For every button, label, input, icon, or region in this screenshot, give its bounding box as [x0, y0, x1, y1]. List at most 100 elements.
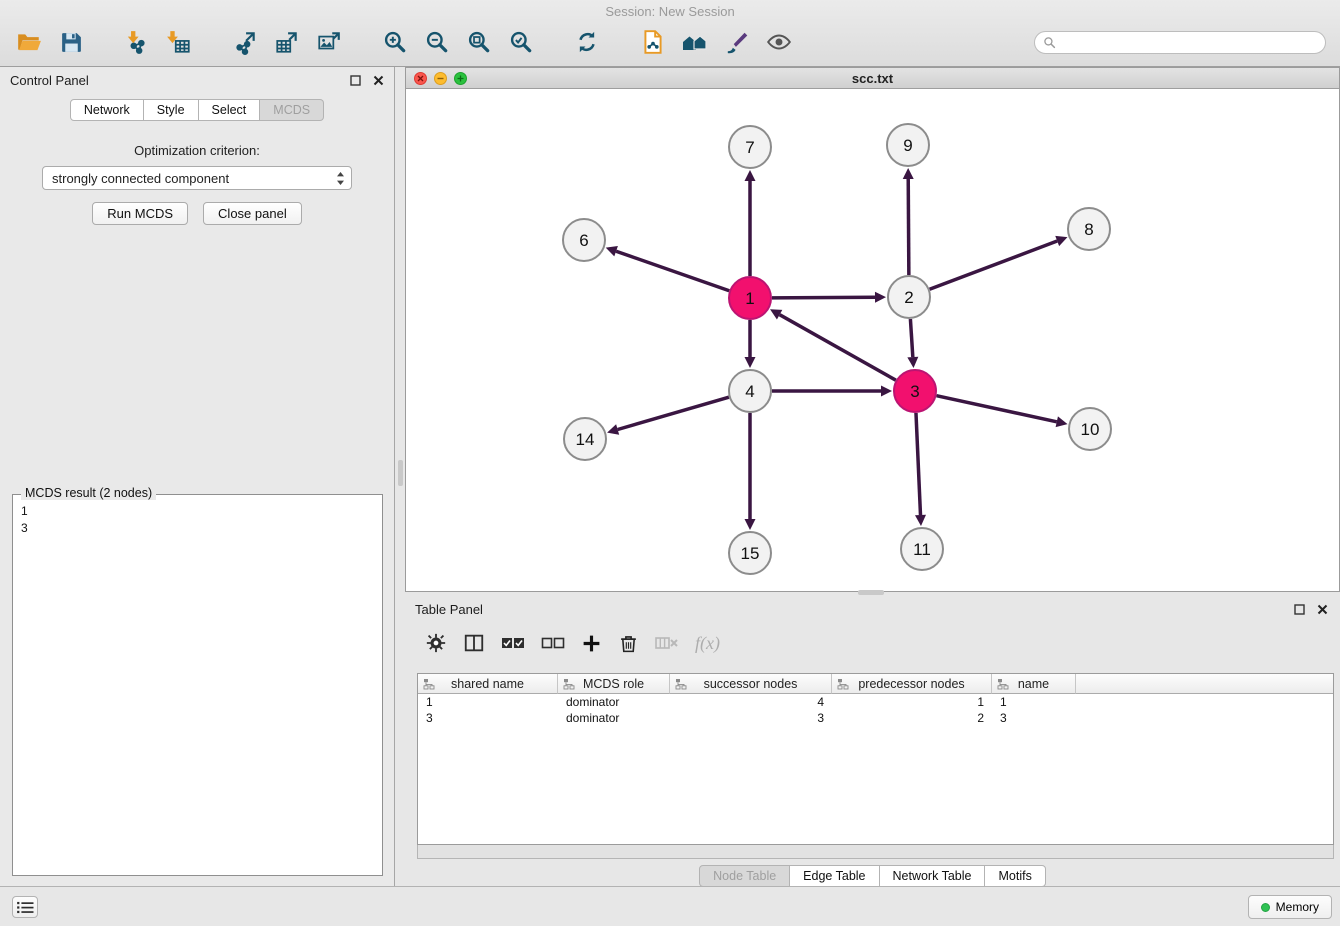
table-panel-close-button[interactable]: [1315, 602, 1330, 617]
close-icon: [1317, 604, 1328, 615]
status-bar: Memory: [0, 886, 1340, 926]
select-all-rows-button[interactable]: [501, 634, 525, 652]
window-title: Session: New Session: [605, 4, 734, 19]
graph-node-7[interactable]: 7: [729, 126, 771, 168]
graph-node-11[interactable]: 11: [901, 528, 943, 570]
plus-icon: [581, 633, 602, 654]
memory-button[interactable]: Memory: [1248, 895, 1332, 919]
control-panel-header: Control Panel: [0, 67, 394, 93]
search-field: [1034, 31, 1326, 54]
graph-node-15[interactable]: 15: [729, 532, 771, 574]
tab-network-table[interactable]: Network Table: [880, 865, 986, 887]
task-history-button[interactable]: [12, 896, 38, 918]
toolbar-separator: [352, 42, 372, 43]
network-canvas[interactable]: 7 9 6 8 1 2 4 3 14 10 15 11: [406, 89, 1339, 591]
zoom-out-button[interactable]: [418, 24, 456, 60]
run-mcds-button[interactable]: Run MCDS: [92, 202, 188, 225]
optimization-criterion-select[interactable]: strongly connected component: [42, 166, 352, 190]
table-row[interactable]: 3dominator323: [418, 710, 1333, 726]
graph-node-6[interactable]: 6: [563, 219, 605, 261]
float-control-panel-button[interactable]: [348, 73, 363, 88]
horizontal-splitter-handle[interactable]: [858, 590, 884, 595]
graphics-details-button[interactable]: [718, 24, 756, 60]
graph-edge-1-2[interactable]: [772, 297, 875, 298]
graph-edge-2-8[interactable]: [930, 241, 1058, 289]
column-header-label: shared name: [451, 677, 524, 691]
control-panel-title: Control Panel: [10, 73, 89, 88]
graph-node-9[interactable]: 9: [887, 124, 929, 166]
search-input[interactable]: [1034, 31, 1326, 54]
export-network-button[interactable]: [226, 24, 264, 60]
table-settings-button[interactable]: [425, 632, 447, 654]
toggle-columns-button[interactable]: [463, 632, 485, 654]
control-panel-close-button[interactable]: [371, 73, 386, 88]
graph-edge-3-1[interactable]: [780, 315, 896, 381]
graph-node-10[interactable]: 10: [1069, 408, 1111, 450]
table-cell: dominator: [558, 695, 670, 709]
tab-edge-table[interactable]: Edge Table: [790, 865, 879, 887]
optimization-label: Optimization criterion:: [0, 143, 394, 158]
zoom-in-icon: [382, 29, 408, 55]
title-bar: Session: New Session: [0, 0, 1340, 20]
graph-node-1[interactable]: 1: [729, 277, 771, 319]
open-session-button[interactable]: [10, 24, 48, 60]
tab-mcds[interactable]: MCDS: [260, 99, 324, 121]
zoom-fit-button[interactable]: [460, 24, 498, 60]
refresh-view-button[interactable]: [568, 24, 606, 60]
vertical-splitter-handle[interactable]: [398, 460, 403, 486]
delete-column-button[interactable]: [655, 634, 679, 652]
graph-node-3[interactable]: 3: [894, 370, 936, 412]
graph-edge-4-14[interactable]: [618, 397, 729, 429]
new-network-from-selection-button[interactable]: [634, 24, 672, 60]
column-header-successor-nodes[interactable]: successor nodes: [670, 674, 832, 694]
tab-network[interactable]: Network: [70, 99, 144, 121]
export-image-button[interactable]: [310, 24, 348, 60]
save-session-button[interactable]: [52, 24, 90, 60]
checked-boxes-icon: [501, 634, 525, 652]
table-row[interactable]: 1dominator411: [418, 694, 1333, 710]
tab-select[interactable]: Select: [199, 99, 261, 121]
graph-node-8[interactable]: 8: [1068, 208, 1110, 250]
column-header-MCDS-role[interactable]: MCDS role: [558, 674, 670, 694]
paint-brush-icon: [724, 29, 750, 55]
delete-row-button[interactable]: [618, 633, 639, 654]
zoom-selected-button[interactable]: [502, 24, 540, 60]
column-header-predecessor-nodes[interactable]: predecessor nodes: [832, 674, 992, 694]
import-table-from-file-button[interactable]: [160, 24, 198, 60]
add-row-button[interactable]: [581, 633, 602, 654]
graph-edge-arrowhead: [915, 515, 926, 526]
graph-edge-arrowhead: [606, 246, 618, 256]
column-header-name[interactable]: name: [992, 674, 1076, 694]
table-panel: Table Panel: [405, 597, 1340, 886]
toolbar-separator: [544, 42, 564, 43]
graph-edge-3-11[interactable]: [916, 413, 921, 515]
table-cell: 3: [992, 711, 1076, 725]
graph-node-2[interactable]: 2: [888, 276, 930, 318]
unselect-all-rows-button[interactable]: [541, 634, 565, 652]
table-horizontal-scrollbar[interactable]: [417, 845, 1334, 859]
tab-node-table[interactable]: Node Table: [699, 865, 790, 887]
close-panel-button[interactable]: Close panel: [203, 202, 302, 225]
svg-text:4: 4: [745, 382, 754, 401]
column-header-shared-name[interactable]: shared name: [418, 674, 558, 694]
zoom-in-button[interactable]: [376, 24, 414, 60]
mcds-result-line: 3: [21, 520, 374, 537]
graph-node-14[interactable]: 14: [564, 418, 606, 460]
tab-style[interactable]: Style: [144, 99, 199, 121]
graph-edge-1-6[interactable]: [616, 251, 729, 291]
function-builder-button[interactable]: f(x): [695, 633, 720, 654]
float-table-panel-button[interactable]: [1292, 602, 1307, 617]
graph-edge-3-10[interactable]: [936, 396, 1056, 422]
columns-icon: [463, 632, 485, 654]
graph-edge-2-9[interactable]: [908, 179, 909, 275]
column-header-filler: [1076, 674, 1333, 694]
tab-motifs[interactable]: Motifs: [985, 865, 1045, 887]
graph-node-4[interactable]: 4: [729, 370, 771, 412]
first-neighbors-button[interactable]: [676, 24, 714, 60]
export-table-button[interactable]: [268, 24, 306, 60]
svg-text:1: 1: [745, 289, 754, 308]
graph-edge-2-3[interactable]: [910, 319, 912, 357]
import-network-from-file-button[interactable]: [118, 24, 156, 60]
graph-edge-arrowhead: [903, 168, 914, 179]
show-hide-panels-button[interactable]: [760, 24, 798, 60]
